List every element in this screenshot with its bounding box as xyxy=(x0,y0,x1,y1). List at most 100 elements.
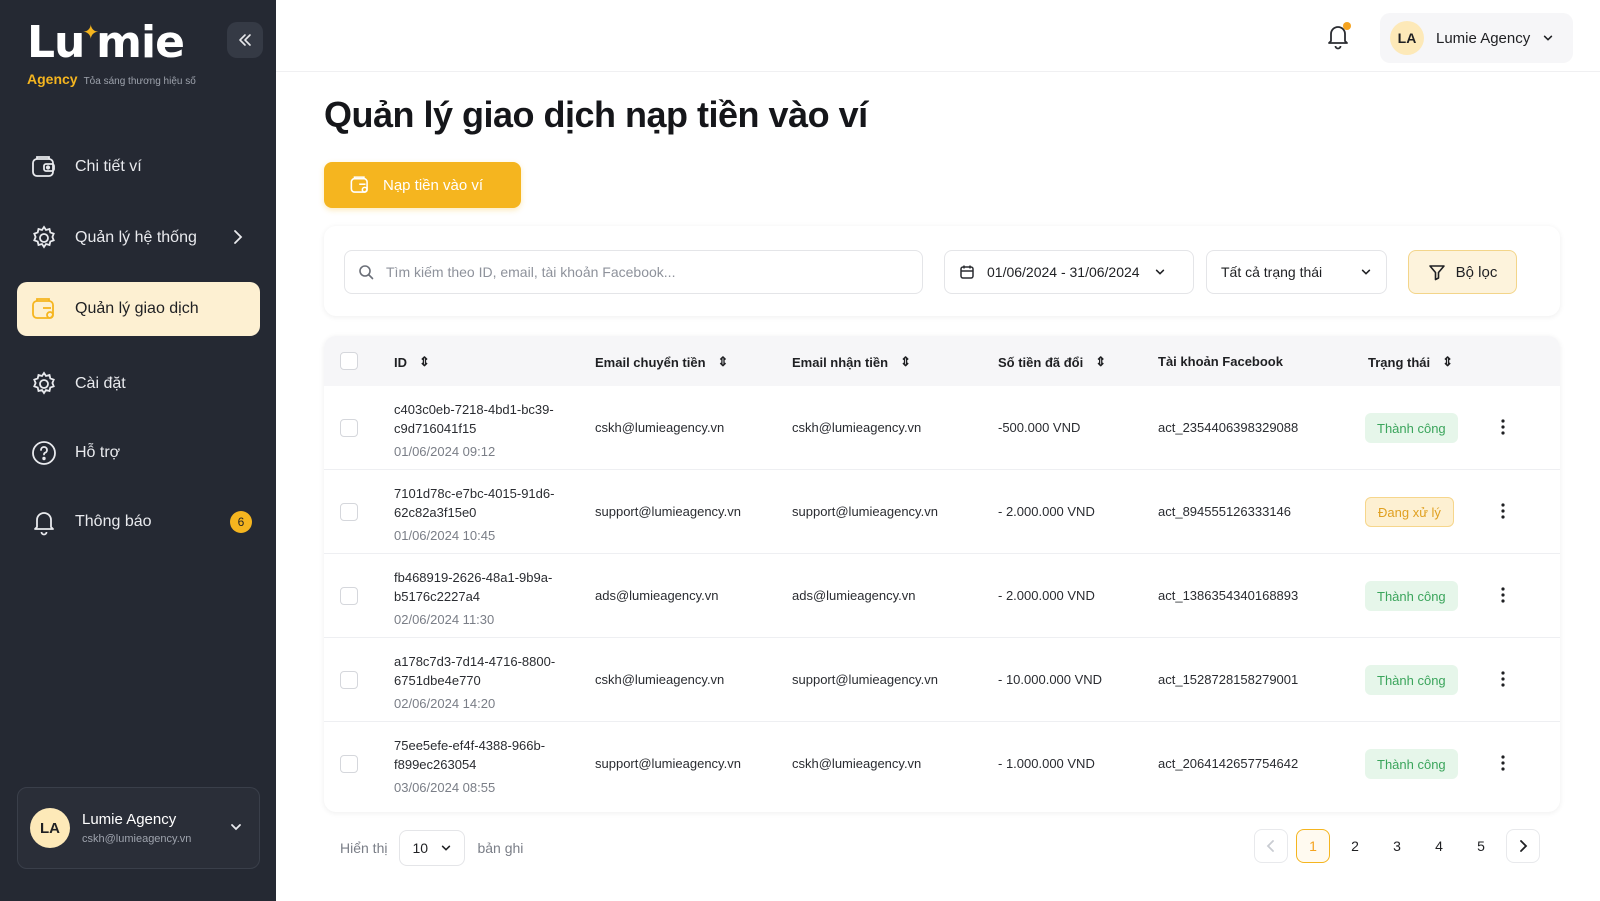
chevron-right-icon xyxy=(234,230,243,244)
facebook-account: act_1386354340168893 xyxy=(1158,588,1299,603)
sidebar-item-label: Cài đặt xyxy=(75,375,126,392)
chevron-down-icon xyxy=(231,824,241,831)
sort-icon: ⇕ xyxy=(900,354,911,369)
calendar-icon xyxy=(960,265,974,279)
facebook-account: act_2354406398329088 xyxy=(1158,420,1299,435)
topbar: LA Lumie Agency xyxy=(276,0,1600,72)
from-email: cskh@lumieagency.vn xyxy=(595,420,725,435)
table-row[interactable]: 75ee5efe-ef4f-4388-966b-f899ec263054 03/0… xyxy=(324,722,1560,806)
filter-icon xyxy=(1428,265,1445,281)
more-vertical-icon[interactable] xyxy=(1500,501,1506,521)
to-email: ads@lumieagency.vn xyxy=(792,588,916,603)
sidebar-item-label: Chi tiết ví xyxy=(75,158,142,175)
to-email: support@lumieagency.vn xyxy=(792,672,938,687)
filter-bar: 01/06/2024 - 31/06/2024 Tất cả trạng thá… xyxy=(324,226,1560,316)
table-row[interactable]: a178c7d3-7d14-4716-8800- 6751dbe4e770 02/0… xyxy=(324,638,1560,722)
row-checkbox[interactable] xyxy=(340,671,358,689)
from-email: support@lumieagency.vn xyxy=(595,504,741,519)
prev-page-button[interactable] xyxy=(1254,829,1288,863)
more-vertical-icon[interactable] xyxy=(1500,585,1506,605)
wallet-icon xyxy=(350,176,368,193)
to-email: cskh@lumieagency.vn xyxy=(792,756,922,771)
column-amount[interactable]: Số tiền đã đổi ⇕ xyxy=(998,354,1106,370)
column-status[interactable]: Trạng thái ⇕ xyxy=(1368,354,1453,370)
date-range-value: 01/06/2024 - 31/06/2024 xyxy=(987,264,1140,280)
sort-icon: ⇕ xyxy=(419,354,430,369)
settings-icon xyxy=(29,369,59,399)
status-badge: Thành công xyxy=(1365,581,1458,611)
row-checkbox[interactable] xyxy=(340,755,358,773)
chevron-left-icon xyxy=(1266,840,1274,852)
row-checkbox[interactable] xyxy=(340,587,358,605)
topup-label: Nạp tiền vào ví xyxy=(383,176,484,194)
row-checkbox[interactable] xyxy=(340,419,358,437)
more-vertical-icon[interactable] xyxy=(1500,417,1506,437)
status-badge: Thành công xyxy=(1365,749,1458,779)
status-select[interactable]: Tất cả trạng thái xyxy=(1206,250,1387,294)
sidebar-item-support[interactable]: Hỗ trợ xyxy=(17,426,260,480)
sidebar-item-transactions[interactable]: Quản lý giao dịch xyxy=(17,282,260,336)
amount: - 2.000.000 VND xyxy=(998,588,1095,603)
from-email: support@lumieagency.vn xyxy=(595,756,741,771)
column-from-email[interactable]: Email chuyển tiền ⇕ xyxy=(595,354,728,370)
page-button-1[interactable]: 1 xyxy=(1296,829,1330,863)
transaction-date: 03/06/2024 08:55 xyxy=(394,780,496,795)
sidebar-item-settings[interactable]: Cài đặt xyxy=(17,357,260,411)
chevron-down-icon xyxy=(1361,269,1371,275)
search-box[interactable] xyxy=(344,250,923,294)
column-to-email[interactable]: Email nhận tiền ⇕ xyxy=(792,354,911,370)
status-badge: Thành công xyxy=(1365,413,1458,443)
page-button-3[interactable]: 3 xyxy=(1380,829,1414,863)
notification-count-badge: 6 xyxy=(230,511,252,533)
page-button-2[interactable]: 2 xyxy=(1338,829,1372,863)
topup-wallet-button[interactable]: Nạp tiền vào ví xyxy=(324,162,521,208)
transaction-id: 7101d78c-e7bc-4015-91d6- 62c82a3f15e0 01/0… xyxy=(394,484,574,545)
from-email: ads@lumieagency.vn xyxy=(595,588,719,603)
sidebar-item-system[interactable]: Quản lý hệ thống xyxy=(17,211,260,265)
sidebar-item-notifications[interactable]: Thông báo 6 xyxy=(17,495,260,549)
notification-dot xyxy=(1343,22,1351,30)
chevron-down-icon xyxy=(442,845,451,851)
next-page-button[interactable] xyxy=(1506,829,1540,863)
gear-icon xyxy=(29,223,59,253)
account-name: Lumie Agency xyxy=(1436,29,1531,47)
table-row[interactable]: fb468919-2626-48a1-9b9a-b5176c2227a4 02/0… xyxy=(324,554,1560,638)
chevron-down-icon xyxy=(1155,269,1164,275)
to-email: cskh@lumieagency.vn xyxy=(792,420,922,435)
transaction-id: c403c0eb-7218-4bd1-bc39- c9d716041f15 01/0… xyxy=(394,400,574,461)
table-row[interactable]: c403c0eb-7218-4bd1-bc39- c9d716041f15 01/0… xyxy=(324,386,1560,470)
more-vertical-icon[interactable] xyxy=(1500,753,1506,773)
table-row[interactable]: 7101d78c-e7bc-4015-91d6- 62c82a3f15e0 01/0… xyxy=(324,470,1560,554)
more-vertical-icon[interactable] xyxy=(1500,669,1506,689)
page-size-select[interactable]: 10 xyxy=(399,830,466,866)
sidebar-item-label: Hỗ trợ xyxy=(75,444,121,461)
search-input[interactable] xyxy=(386,264,886,280)
main-content: LA Lumie Agency Quản lý giao dịch nạp ti… xyxy=(276,0,1600,901)
transaction-icon xyxy=(29,294,59,324)
page-size-control: Hiển thị 10 bản ghi xyxy=(340,830,523,866)
sidebar-user-card[interactable]: LA Lumie Agency cskh@lumieagency.vn xyxy=(17,787,260,869)
account-menu[interactable]: LA Lumie Agency xyxy=(1380,13,1573,63)
facebook-account: act_1528728158279001 xyxy=(1158,672,1299,687)
search-icon xyxy=(359,265,374,280)
amount: - 1.000.000 VND xyxy=(998,756,1095,771)
row-checkbox[interactable] xyxy=(340,503,358,521)
collapse-sidebar-button[interactable] xyxy=(227,22,263,58)
avatar: LA xyxy=(1390,21,1424,55)
sidebar-item-wallet-detail[interactable]: Chi tiết ví xyxy=(17,140,260,194)
transaction-date: 01/06/2024 09:12 xyxy=(394,444,496,459)
facebook-account: act_2064142657754642 xyxy=(1158,756,1299,771)
filter-button[interactable]: Bộ lọc xyxy=(1408,250,1517,294)
status-select-value: Tất cả trạng thái xyxy=(1221,264,1323,280)
date-range-picker[interactable]: 01/06/2024 - 31/06/2024 xyxy=(944,250,1194,294)
sidebar: Lu✦mie Agency Tỏa sáng thương hiệu số Ch… xyxy=(0,0,276,901)
column-id[interactable]: ID ⇕ xyxy=(394,354,430,370)
amount: - 10.000.000 VND xyxy=(998,672,1103,687)
page-title: Quản lý giao dịch nạp tiền vào ví xyxy=(324,94,868,135)
page-button-5[interactable]: 5 xyxy=(1464,829,1498,863)
show-label: Hiển thị xyxy=(340,840,388,856)
brand-logo[interactable]: Lu✦mie Agency Tỏa sáng thương hiệu số xyxy=(27,18,196,88)
page-button-4[interactable]: 4 xyxy=(1422,829,1456,863)
help-icon xyxy=(29,438,59,468)
select-all-checkbox[interactable] xyxy=(340,352,358,370)
